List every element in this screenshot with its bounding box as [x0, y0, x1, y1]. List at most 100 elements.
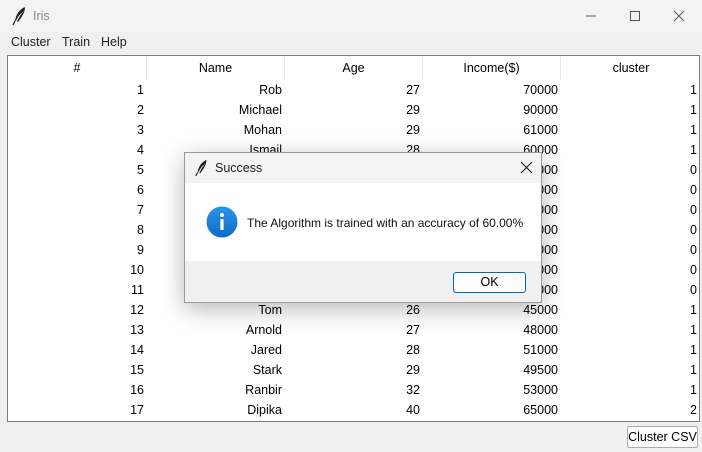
table-cell: 29: [406, 123, 420, 137]
table-cell: 2: [690, 403, 697, 417]
table-cell: 4: [137, 143, 144, 157]
table-cell: 14: [130, 343, 144, 357]
table-cell: 65000: [523, 403, 558, 417]
feather-icon: [11, 6, 29, 26]
table-row[interactable]: 17 Dipika 40 65000 2: [8, 400, 699, 420]
minimize-icon: [586, 15, 596, 17]
table-row[interactable]: 3 Mohan 29 61000 1: [8, 120, 699, 140]
feather-icon: [194, 159, 210, 177]
table-cell: 1: [690, 123, 697, 137]
table-cell: 51000: [523, 343, 558, 357]
table-cell: Rob: [259, 83, 282, 97]
close-button[interactable]: [656, 0, 702, 32]
table-cell: 3: [137, 123, 144, 137]
table-cell: 10: [130, 263, 144, 277]
menu-help[interactable]: Help: [101, 35, 127, 49]
table-cell: 1: [690, 363, 697, 377]
table-row[interactable]: 12 Tom 26 45000 1: [8, 300, 699, 320]
dialog-footer: OK: [185, 261, 541, 302]
close-icon: [520, 161, 533, 174]
ok-button[interactable]: OK: [453, 272, 526, 293]
table-cell: 1: [690, 143, 697, 157]
maximize-icon: [630, 11, 640, 21]
table-cell: 29: [406, 363, 420, 377]
table-cell: Stark: [252, 363, 282, 377]
maximize-button[interactable]: [612, 0, 658, 32]
table-cell: 0: [690, 203, 697, 217]
table-cell: 8: [137, 223, 144, 237]
info-icon: [206, 206, 238, 238]
table-cell: 5: [137, 163, 144, 177]
column-header-index[interactable]: #: [8, 56, 147, 80]
dialog-body: The Algorithm is trained with an accurac…: [185, 183, 541, 261]
cluster-csv-button[interactable]: Cluster CSV: [627, 426, 698, 448]
table-row[interactable]: 16 Ranbir 32 53000 1: [8, 380, 699, 400]
table-cell: 0: [690, 163, 697, 177]
dialog-close-button[interactable]: [511, 153, 541, 183]
success-dialog: Success The Algorithm is trained with an…: [184, 152, 542, 303]
table-cell: Dipika: [247, 403, 282, 417]
table-cell: 1: [690, 83, 697, 97]
table-cell: Jared: [250, 343, 282, 357]
table-cell: 32: [406, 383, 420, 397]
table-header: # Name Age Income($) cluster: [8, 56, 699, 80]
table-cell: 1: [690, 383, 697, 397]
table-cell: 2: [137, 103, 144, 117]
table-cell: 0: [690, 223, 697, 237]
table-cell: 9: [137, 243, 144, 257]
table-cell: 1: [690, 103, 697, 117]
table-cell: Michael: [238, 103, 282, 117]
dialog-title-bar: Success: [185, 153, 541, 183]
menu-cluster[interactable]: Cluster: [11, 35, 51, 49]
table-cell: 45000: [523, 303, 558, 317]
table-cell: 61000: [523, 123, 558, 137]
table-row[interactable]: 2 Michael 29 90000 1: [8, 100, 699, 120]
table-cell: 13: [130, 323, 144, 337]
table-cell: 53000: [523, 383, 558, 397]
table-cell: Mohan: [243, 123, 282, 137]
table-cell: 0: [690, 243, 697, 257]
table-row[interactable]: 13 Arnold 27 48000 1: [8, 320, 699, 340]
window-title: Iris: [33, 9, 50, 23]
table-row[interactable]: 14 Jared 28 51000 1: [8, 340, 699, 360]
table-cell: 29: [406, 103, 420, 117]
table-cell: Tom: [258, 303, 282, 317]
table-cell: 0: [690, 183, 697, 197]
minimize-button[interactable]: [568, 0, 614, 32]
title-bar: Iris: [0, 0, 702, 32]
table-cell: 1: [137, 83, 144, 97]
table-cell: 0: [690, 263, 697, 277]
column-header-cluster[interactable]: cluster: [561, 56, 699, 80]
menu-bar: Cluster Train Help: [0, 32, 702, 52]
table-cell: 16: [130, 383, 144, 397]
table-cell: 6: [137, 183, 144, 197]
table-cell: 27: [406, 83, 420, 97]
table-cell: 28: [406, 343, 420, 357]
table-cell: 1: [690, 303, 697, 317]
column-header-age[interactable]: Age: [285, 56, 423, 80]
table-cell: 70000: [523, 83, 558, 97]
dialog-message: The Algorithm is trained with an accurac…: [247, 216, 524, 230]
table-cell: 1: [690, 343, 697, 357]
table-row[interactable]: 15 Stark 29 49500 1: [8, 360, 699, 380]
column-header-name[interactable]: Name: [147, 56, 285, 80]
table-cell: 26: [406, 303, 420, 317]
table-cell: 90000: [523, 103, 558, 117]
dialog-title: Success: [215, 161, 263, 175]
table-cell: 40: [406, 403, 420, 417]
table-cell: 1: [690, 323, 697, 337]
table-cell: 0: [690, 283, 697, 297]
table-cell: 49500: [523, 363, 558, 377]
table-cell: 7: [137, 203, 144, 217]
column-header-income[interactable]: Income($): [423, 56, 561, 80]
table-cell: 15: [130, 363, 144, 377]
close-icon: [673, 10, 685, 22]
table-row[interactable]: 1 Rob 27 70000 1: [8, 80, 699, 100]
table-cell: Ranbir: [245, 383, 282, 397]
table-cell: 27: [406, 323, 420, 337]
table-cell: 17: [130, 403, 144, 417]
table-cell: Arnold: [245, 323, 282, 337]
table-cell: 48000: [523, 323, 558, 337]
table-cell: 11: [131, 283, 144, 297]
menu-train[interactable]: Train: [62, 35, 90, 49]
